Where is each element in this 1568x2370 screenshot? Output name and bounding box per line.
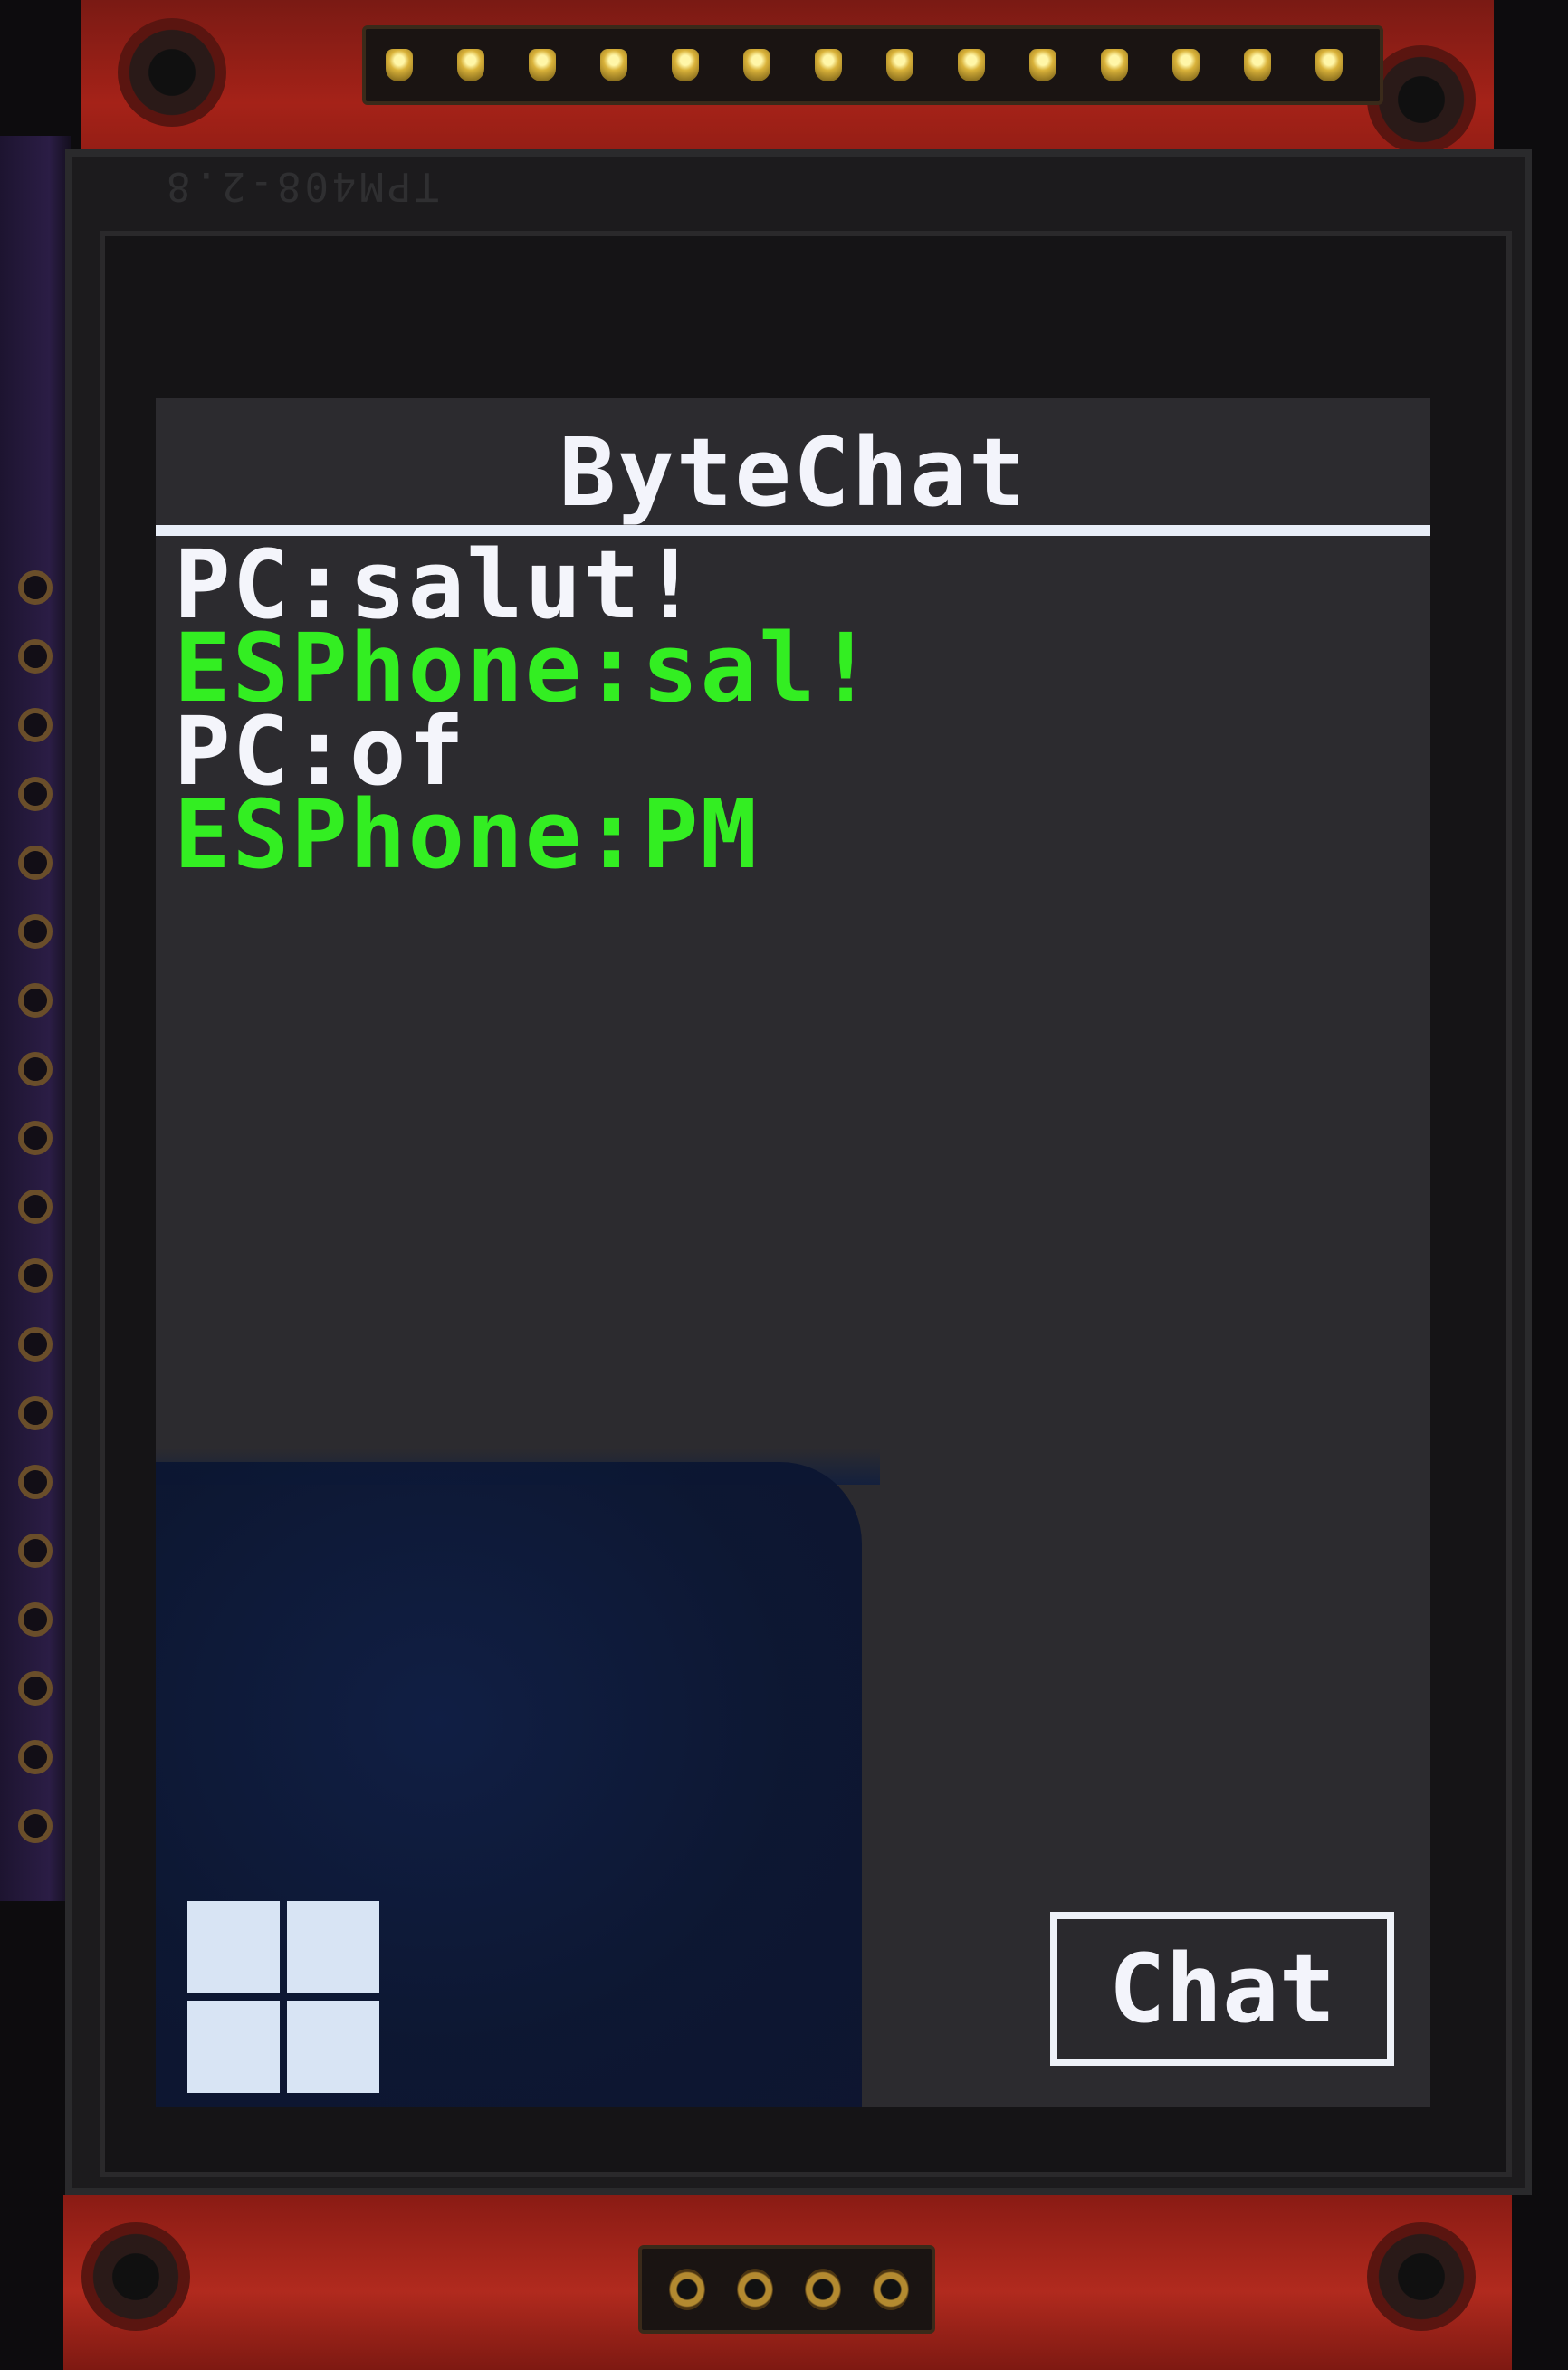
- header-pin: [815, 49, 842, 81]
- header-pin: [1029, 49, 1056, 81]
- pin-header-bottom: [638, 2245, 935, 2334]
- board-hole: [18, 1052, 53, 1086]
- header-pin: [1101, 49, 1128, 81]
- header-pin: [1315, 49, 1343, 81]
- board-hole: [18, 1396, 53, 1430]
- mounting-hole: [1367, 45, 1476, 154]
- header-pin: [737, 2269, 773, 2310]
- windows-tile: [287, 2001, 379, 2093]
- app-title: ByteChat: [559, 417, 1028, 528]
- board-hole: [18, 1327, 53, 1362]
- windows-tile: [187, 1901, 280, 1993]
- message-esphone: ESPhone:PM: [174, 779, 760, 890]
- header-pin: [743, 49, 770, 81]
- board-hole: [18, 1190, 53, 1224]
- header-pin: [1172, 49, 1200, 81]
- windows-tile: [187, 2001, 280, 2093]
- header-pin: [805, 2269, 841, 2310]
- header-pin: [1244, 49, 1271, 81]
- board-hole: [18, 846, 53, 880]
- windows-icon[interactable]: [187, 1901, 379, 2093]
- esp-device-photo: TPM408-2.8 ByteChat PC:salut! ESPhone:sa…: [0, 0, 1568, 2370]
- header-pin: [669, 2269, 705, 2310]
- header-pin: [600, 49, 627, 81]
- header-pin: [873, 2269, 909, 2310]
- board-hole: [18, 570, 53, 605]
- mounting-hole: [1367, 2222, 1476, 2331]
- windows-tile: [287, 1901, 379, 1993]
- header-pin: [886, 49, 913, 81]
- board-hole: [18, 983, 53, 1018]
- board-hole: [18, 1671, 53, 1706]
- board-hole: [18, 1809, 53, 1843]
- board-hole: [18, 914, 53, 949]
- pcb-top: [81, 0, 1494, 172]
- board-hole: [18, 1121, 53, 1155]
- board-hole: [18, 1258, 53, 1293]
- title-bar: ByteChat: [156, 398, 1430, 536]
- header-pin: [529, 49, 556, 81]
- board-hole: [18, 1534, 53, 1568]
- board-hole: [18, 1602, 53, 1637]
- module-label: TPM408-2.8: [163, 163, 439, 209]
- mounting-hole: [118, 18, 226, 127]
- board-hole: [18, 1740, 53, 1774]
- board-hole: [18, 777, 53, 811]
- header-pin: [457, 49, 484, 81]
- header-pin: [672, 49, 699, 81]
- side-board: [0, 136, 71, 1901]
- header-pin: [958, 49, 985, 81]
- chat-button[interactable]: Chat: [1050, 1912, 1394, 2066]
- board-hole: [18, 708, 53, 742]
- pin-header: [362, 25, 1383, 105]
- board-hole: [18, 1465, 53, 1499]
- chat-screen: ByteChat PC:salut! ESPhone:sal! PC:of ES…: [156, 398, 1430, 2107]
- message-list: PC:salut! ESPhone:sal! PC:of ESPhone:PM: [174, 538, 1405, 890]
- header-pin: [386, 49, 413, 81]
- board-hole: [18, 639, 53, 674]
- mounting-hole: [81, 2222, 190, 2331]
